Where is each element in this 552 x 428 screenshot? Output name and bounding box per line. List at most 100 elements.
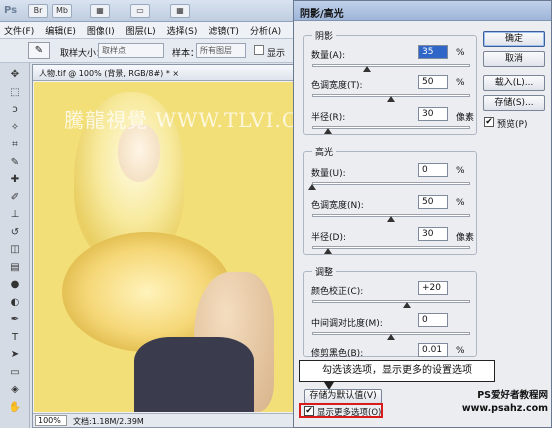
dialog-titlebar[interactable]: 阴影/高光	[294, 1, 551, 21]
healing-icon[interactable]: ✚	[8, 174, 22, 186]
shadows-group-title: 阴影	[312, 29, 337, 42]
shadows-amount-label: 数量(A):	[311, 51, 346, 61]
color-correction-slider[interactable]	[312, 300, 470, 303]
eraser-icon[interactable]: ◫	[8, 244, 22, 256]
stamp-icon[interactable]: ⊥	[8, 209, 22, 221]
midtone-contrast-input[interactable]: 0	[418, 313, 448, 327]
marquee-icon[interactable]: ⬚	[8, 87, 22, 99]
menu-filter[interactable]: 滤镜(T)	[208, 24, 239, 37]
shadows-tonal-width-unit: %	[456, 78, 465, 88]
color-correction-knob[interactable]	[402, 302, 411, 308]
tools-panel: ✥ ⬚ ↄ ✧ ⌗ ✎ ✚ ✐ ⊥ ↺ ◫ ▤ ● ◐ ✒ T ➤ ▭ ◈ ✋	[0, 63, 30, 428]
type-icon[interactable]: T	[8, 332, 22, 344]
highlights-tonal-width-input[interactable]: 50	[418, 195, 448, 209]
shadows-radius-label: 半径(R):	[311, 113, 346, 123]
shadows-amount-unit: %	[456, 48, 465, 58]
save-as-default-button[interactable]: 存储为默认值(V)	[304, 389, 382, 404]
hand-icon[interactable]: ✋	[8, 402, 22, 414]
sample-size-select[interactable]: 取样点	[98, 43, 164, 58]
show-ring-checkbox[interactable]	[254, 45, 264, 55]
menu-edit[interactable]: 编辑(E)	[45, 24, 76, 37]
shadows-radius-knob[interactable]	[323, 128, 332, 134]
blur-icon[interactable]: ●	[8, 279, 22, 291]
shadows-tonal-width-input[interactable]: 50	[418, 75, 448, 89]
document-window: 人物.tif @ 100% (背景, RGB/8#) * × 騰龍視覺 WWW.…	[32, 64, 301, 428]
mini-bridge-button[interactable]: Mb	[52, 4, 72, 18]
quick-select-icon[interactable]: ✧	[8, 122, 22, 134]
photoshop-logo: Ps	[4, 5, 18, 16]
view-extras-button[interactable]: ▦	[90, 4, 110, 18]
shadows-amount-input[interactable]: 35	[418, 45, 448, 59]
history-brush-icon[interactable]: ↺	[8, 227, 22, 239]
screen-mode-button[interactable]: ▭	[130, 4, 150, 18]
highlights-group-title: 高光	[312, 145, 337, 158]
save-button[interactable]: 存储(S)...	[483, 95, 545, 111]
brush-icon[interactable]: ✐	[8, 192, 22, 204]
highlights-radius-slider[interactable]	[312, 246, 470, 249]
tutorial-callout: 勾选该选项，显示更多的设置选项	[299, 360, 495, 382]
gradient-icon[interactable]: ▤	[8, 262, 22, 274]
dodge-icon[interactable]: ◐	[8, 297, 22, 309]
bridge-button[interactable]: Br	[28, 4, 48, 18]
sample-label: 样本：	[172, 49, 200, 59]
menu-image[interactable]: 图像(I)	[87, 24, 115, 37]
color-correction-input[interactable]: +20	[418, 281, 448, 295]
color-correction-label: 颜色校正(C):	[311, 287, 364, 297]
shadows-radius-input[interactable]: 30	[418, 107, 448, 121]
show-more-options-highlight: ✔ 显示更多选项(O)	[299, 403, 383, 418]
zoom-field[interactable]: 100%	[35, 415, 67, 426]
ok-button[interactable]: 确定	[483, 31, 545, 47]
highlights-radius-input[interactable]: 30	[418, 227, 448, 241]
show-more-options-label: 显示更多选项(O)	[317, 408, 382, 418]
pen-icon[interactable]: ✒	[8, 314, 22, 326]
path-select-icon[interactable]: ➤	[8, 349, 22, 361]
eyedropper-icon[interactable]: ✎	[8, 157, 22, 169]
highlights-tonal-width-label: 色调宽度(N):	[311, 201, 364, 211]
menu-file[interactable]: 文件(F)	[4, 24, 34, 37]
move-icon[interactable]: ✥	[8, 69, 22, 81]
dialog-title: 阴影/高光	[300, 9, 344, 20]
preview-label: 预览(P)	[497, 120, 528, 130]
menu-analysis[interactable]: 分析(A)	[250, 24, 281, 37]
image-canvas[interactable]: 騰龍視覺 WWW.TLVI.COM	[34, 82, 300, 412]
status-bar: 100% 文档:1.18M/2.39M	[33, 413, 299, 427]
document-tab[interactable]: 人物.tif @ 100% (背景, RGB/8#) * ×	[33, 65, 301, 81]
midtone-contrast-label: 中间调对比度(M):	[311, 319, 383, 329]
arrange-documents-button[interactable]: ▦	[170, 4, 190, 18]
black-clip-label: 修剪黑色(B):	[311, 349, 364, 359]
3d-icon[interactable]: ◈	[8, 384, 22, 396]
highlights-group: 高光 数量(U): 0 % 色调宽度(N): 50 % 半径(D): 30 像素	[303, 145, 477, 255]
image-watermark: 騰龍視覺 WWW.TLVI.COM	[64, 108, 300, 132]
midtone-contrast-knob[interactable]	[387, 334, 395, 340]
site-watermark-url: www.psahz.com	[461, 403, 548, 414]
show-more-options-checkbox[interactable]: ✔	[304, 406, 314, 416]
shadows-radius-unit: 像素	[456, 113, 475, 123]
lasso-icon[interactable]: ↄ	[8, 104, 22, 116]
highlights-amount-input[interactable]: 0	[418, 163, 448, 177]
load-button[interactable]: 载入(L)...	[483, 75, 545, 91]
sample-select[interactable]: 所有图层	[196, 43, 246, 58]
menu-layer[interactable]: 图层(L)	[126, 24, 156, 37]
highlights-tonal-width-knob[interactable]	[387, 216, 395, 222]
highlights-amount-label: 数量(U):	[311, 169, 346, 179]
menu-select[interactable]: 选择(S)	[167, 24, 198, 37]
highlights-amount-unit: %	[456, 166, 465, 176]
shadows-tonal-width-knob[interactable]	[387, 96, 395, 102]
crop-icon[interactable]: ⌗	[8, 139, 22, 151]
eyedropper-preset-icon[interactable]: ✎	[28, 42, 50, 59]
photo-dress	[134, 337, 254, 412]
shape-icon[interactable]: ▭	[8, 367, 22, 379]
highlights-amount-knob[interactable]	[308, 184, 316, 190]
menu-bar: 文件(F) 编辑(E) 图像(I) 图层(L) 选择(S) 滤镜(T) 分析(A…	[0, 22, 300, 39]
cancel-button[interactable]: 取消	[483, 51, 545, 67]
app-titlebar: Ps Br Mb ▦ ▭ ▦	[0, 0, 300, 22]
shadows-amount-slider[interactable]	[312, 64, 470, 67]
black-clip-input[interactable]: 0.01	[418, 343, 448, 357]
shadows-amount-knob[interactable]	[363, 66, 372, 72]
shadows-highlights-dialog: 阴影/高光 阴影 数量(A): 35 % 色调宽度(T): 50 % 半径(R)…	[293, 0, 552, 428]
adjustments-group-title: 调整	[312, 265, 337, 278]
highlights-amount-slider[interactable]	[312, 182, 470, 185]
highlights-radius-knob[interactable]	[323, 248, 332, 254]
preview-checkbox[interactable]: ✔	[484, 117, 494, 127]
shadows-radius-slider[interactable]	[312, 126, 470, 129]
